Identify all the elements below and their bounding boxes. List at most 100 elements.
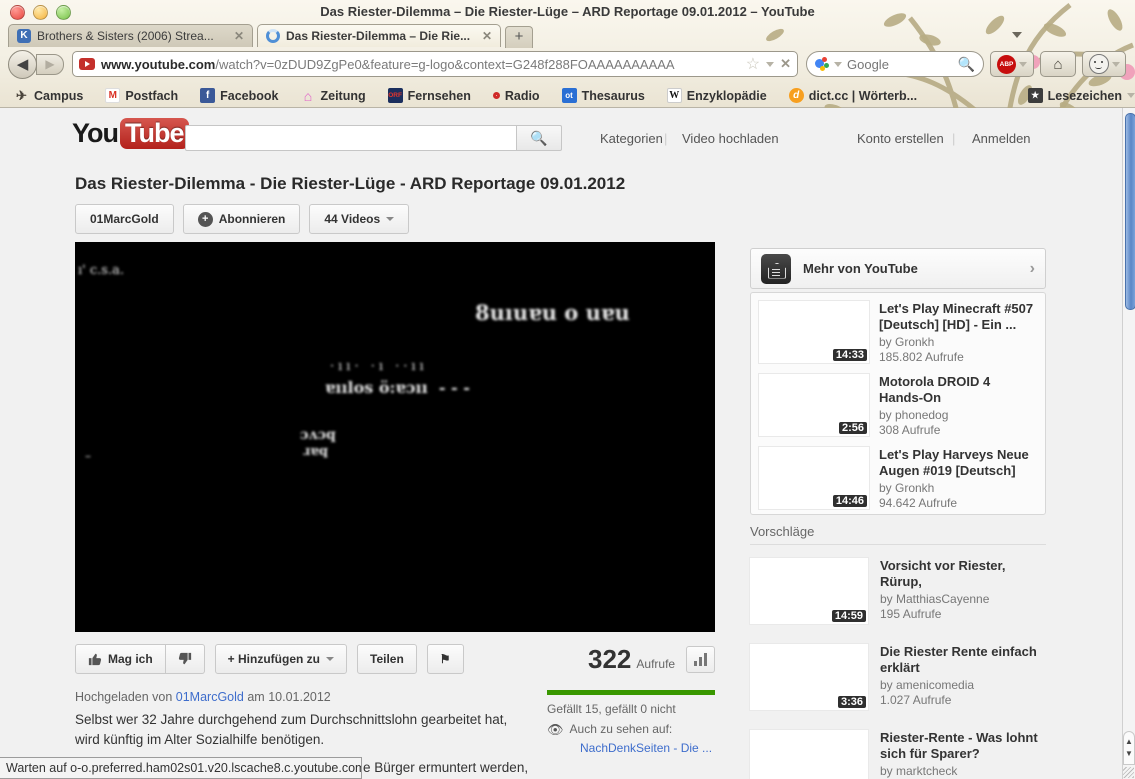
add-to-button[interactable]: + Hinzufügen zu xyxy=(215,644,347,674)
facebook-icon: f xyxy=(200,88,215,103)
scroll-up-icon[interactable]: ▲ xyxy=(1125,739,1133,745)
tab-brothers-sisters[interactable]: K Brothers & Sisters (2006) Strea... ✕ xyxy=(8,24,253,47)
tab-list-dropdown-icon[interactable] xyxy=(1012,32,1022,38)
channel-button[interactable]: 01MarcGold xyxy=(75,204,174,234)
stop-loading-icon[interactable]: ✕ xyxy=(780,56,791,72)
uploader-link[interactable]: 01MarcGold xyxy=(176,690,244,704)
list-item[interactable]: 14:46 Let's Play Harveys Neue Augen #019… xyxy=(759,447,1037,511)
browser-chrome: Das Riester-Dilemma – Die Riester-Lüge –… xyxy=(0,0,1135,108)
video-thumbnail[interactable]: 3:36 xyxy=(750,644,868,710)
google-favicon xyxy=(815,57,829,71)
extension-button[interactable] xyxy=(1082,51,1126,77)
tab-riester-video[interactable]: Das Riester-Dilemma – Die Rie... ✕ xyxy=(257,24,501,47)
flag-button[interactable]: ⚑ xyxy=(427,644,464,674)
gmail-icon: M xyxy=(105,88,120,103)
window-titlebar: Das Riester-Dilemma – Die Riester-Lüge –… xyxy=(0,0,1135,22)
bookmark-fernsehen[interactable]: ORFFernsehen xyxy=(388,88,471,103)
list-item[interactable]: Riester-Rente - Was lohnt sich für Spare… xyxy=(750,730,1046,779)
youtube-box-icon xyxy=(761,254,791,284)
extension-icon xyxy=(1089,54,1109,74)
adblock-button[interactable]: ABP xyxy=(990,51,1034,77)
bookmark-postfach[interactable]: MPostfach xyxy=(105,88,178,103)
home-button[interactable]: ⌂ xyxy=(1040,51,1076,77)
youtube-search-button[interactable]: 🔍 xyxy=(516,125,562,151)
orf-icon: ORF xyxy=(388,88,403,103)
forward-button[interactable]: ▶ xyxy=(36,54,64,75)
url-text: www.youtube.com/watch?v=0zDUD9ZgPe0&feat… xyxy=(101,57,740,72)
new-tab-button[interactable]: + xyxy=(505,26,533,48)
extension-dropdown-icon xyxy=(1112,62,1120,67)
scrollbar[interactable]: ▲ ▼ xyxy=(1122,108,1135,779)
duration-badge: 3:36 xyxy=(838,696,866,708)
video-thumbnail[interactable]: 2:56 xyxy=(759,374,869,436)
divider xyxy=(750,544,1046,545)
bookmarks-menu-button[interactable]: ★Lesezeichen xyxy=(1028,88,1135,103)
url-bar[interactable]: www.youtube.com/watch?v=0zDUD9ZgPe0&feat… xyxy=(72,51,798,77)
duration-badge: 14:33 xyxy=(833,349,867,361)
eye-icon: 👁 xyxy=(547,722,564,738)
url-dropdown-icon[interactable] xyxy=(766,62,774,67)
tab-title: Das Riester-Dilemma – Die Rie... xyxy=(286,29,476,43)
bookmark-facebook[interactable]: fFacebook xyxy=(200,88,278,103)
search-icon[interactable]: 🔍 xyxy=(958,56,975,73)
youtube-search-input[interactable] xyxy=(185,125,517,151)
chevron-down-icon xyxy=(386,217,394,221)
bookmark-radio[interactable]: Radio xyxy=(493,89,540,103)
anmelden-link[interactable]: Anmelden xyxy=(972,131,1031,146)
bookmark-thesaurus[interactable]: otThesaurus xyxy=(562,88,645,103)
suggestions-list: 14:59 Vorsicht vor Riester, Rürup, by Ma… xyxy=(750,558,1046,779)
duration-badge: 14:59 xyxy=(832,610,866,622)
videos-dropdown-button[interactable]: 44 Videos xyxy=(309,204,409,234)
resize-grip[interactable] xyxy=(1123,767,1134,778)
list-item[interactable]: 14:33 Let's Play Minecraft #507 [Deutsch… xyxy=(759,301,1037,365)
video-frame-text: – xyxy=(85,449,91,463)
video-player[interactable]: ı' c.s.a. 8uıuɐu o uɐu ·ıı· ·ı ··ıı ɐııl… xyxy=(75,242,715,632)
kategorien-link[interactable]: Kategorien xyxy=(600,131,663,146)
bookmark-campus[interactable]: ✈Campus xyxy=(14,88,83,103)
list-item[interactable]: 14:59 Vorsicht vor Riester, Rürup, by Ma… xyxy=(750,558,1046,624)
video-frame-text: ɔʌɔq xyxy=(300,427,336,443)
bookmark-dictcc[interactable]: ddict.cc | Wörterb... xyxy=(789,88,917,103)
konto-erstellen-link[interactable]: Konto erstellen xyxy=(857,131,944,146)
video-thumbnail[interactable]: 14:59 xyxy=(750,558,868,624)
tab-close-icon[interactable]: ✕ xyxy=(482,29,492,43)
like-button[interactable]: Mag ich xyxy=(75,644,166,674)
scroll-down-icon[interactable]: ▼ xyxy=(1125,751,1133,757)
more-videos-list: 14:33 Let's Play Minecraft #507 [Deutsch… xyxy=(750,292,1046,515)
plus-icon: + xyxy=(198,212,213,227)
bookmark-enzyklopaedie[interactable]: WEnzyklopädie xyxy=(667,88,767,103)
subscribe-button[interactable]: + Abonnieren xyxy=(183,204,301,234)
search-engine-dropdown-icon[interactable] xyxy=(834,62,842,67)
bookmarks-toolbar: ✈Campus MPostfach fFacebook ⌂Zeitung ORF… xyxy=(0,84,1135,107)
house-icon: ⌂ xyxy=(300,88,315,103)
video-thumbnail[interactable]: 14:33 xyxy=(759,301,869,363)
dislike-button[interactable] xyxy=(166,644,205,674)
video-title: Das Riester-Dilemma - Die Riester-Lüge -… xyxy=(75,174,625,194)
status-bar: Warten auf o-o.preferred.ham02s01.v20.ls… xyxy=(0,757,362,779)
tab-close-icon[interactable]: ✕ xyxy=(234,29,244,43)
dict-icon: d xyxy=(789,88,804,103)
thumbs-down-icon xyxy=(178,652,192,666)
list-item[interactable]: 3:36 Die Riester Rente einfach erklärt b… xyxy=(750,644,1046,710)
bookmark-zeitung[interactable]: ⌂Zeitung xyxy=(300,88,365,103)
list-item[interactable]: 2:56 Motorola DROID 4 Hands-On by phoned… xyxy=(759,374,1037,438)
bookmarks-star-icon: ★ xyxy=(1028,88,1043,103)
tab-bar: K Brothers & Sisters (2006) Strea... ✕ D… xyxy=(0,24,1135,48)
video-hochladen-link[interactable]: Video hochladen xyxy=(682,131,779,146)
share-button[interactable]: Teilen xyxy=(357,644,417,674)
nachdenkseiten-link[interactable]: NachDenkSeiten - Die ... xyxy=(580,741,712,755)
youtube-logo[interactable]: You Tube xyxy=(72,118,189,149)
scrollbar-thumb[interactable] xyxy=(1125,113,1135,310)
home-icon: ⌂ xyxy=(1053,56,1062,73)
video-thumbnail[interactable]: 14:46 xyxy=(759,447,869,509)
bookmark-star-icon[interactable]: ☆ xyxy=(746,54,760,74)
duration-badge: 2:56 xyxy=(839,422,867,434)
bookmarks-dropdown-icon xyxy=(1127,93,1135,98)
web-search-field[interactable]: Google 🔍 xyxy=(806,51,984,77)
video-frame-text: ı' c.s.a. xyxy=(78,263,124,278)
video-thumbnail[interactable] xyxy=(750,730,868,779)
more-from-youtube-header[interactable]: Mehr von YouTube › xyxy=(750,248,1046,289)
back-button[interactable]: ◀ xyxy=(8,50,37,79)
statistics-button[interactable] xyxy=(686,646,715,673)
search-placeholder: Google xyxy=(847,57,953,72)
